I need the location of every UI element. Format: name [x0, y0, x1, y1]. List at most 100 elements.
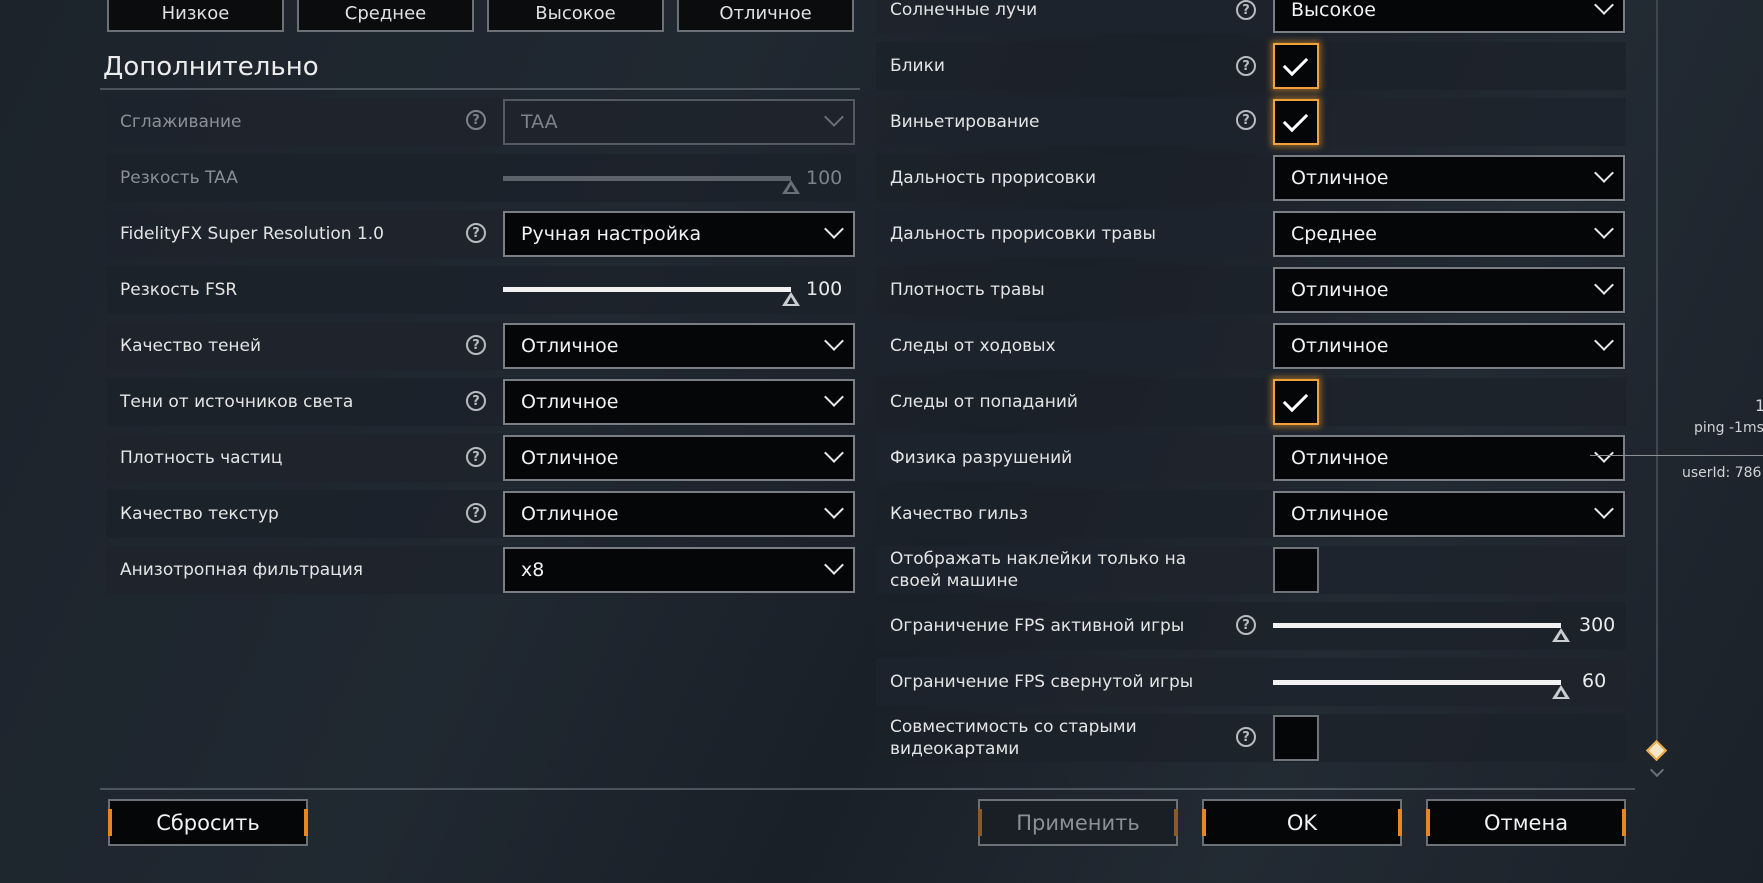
setting-label: Следы от попаданий [890, 392, 1078, 412]
help-icon[interactable]: ? [1236, 110, 1256, 130]
setting-row-fsr: FidelityFX Super Resolution 1.0 ? Ручная… [106, 210, 856, 258]
setting-row-antialiasing: Сглаживание ? TAA [106, 98, 856, 146]
section-divider [100, 88, 860, 90]
button-accent [978, 809, 982, 836]
chevron-down-icon [824, 387, 844, 407]
draw-distance-select[interactable]: Отличное [1273, 155, 1625, 201]
setting-label: Плотность травы [890, 280, 1045, 300]
setting-row-fsr-sharpness: Резкость FSR 100 [106, 266, 856, 314]
preset-button-high[interactable]: Высокое [487, 0, 664, 32]
help-icon[interactable]: ? [1236, 727, 1256, 747]
taa-sharpness-slider-track [503, 176, 791, 181]
setting-label: Блики [890, 56, 945, 76]
select-value: Ручная настройка [521, 223, 702, 245]
select-value: Отличное [1291, 335, 1389, 357]
select-value: Отличное [521, 503, 619, 525]
help-icon[interactable]: ? [1236, 0, 1256, 20]
slider-value: 300 [1579, 614, 1616, 636]
sun-rays-select[interactable]: Высокое [1273, 0, 1625, 33]
preset-button-ultra[interactable]: Отличное [677, 0, 854, 32]
help-icon[interactable]: ? [466, 223, 486, 243]
cancel-button[interactable]: Отмена [1426, 799, 1626, 846]
help-icon[interactable]: ? [466, 335, 486, 355]
setting-label: Отображать наклейки только на своей маши… [890, 549, 1187, 591]
reset-button[interactable]: Сбросить [108, 799, 308, 846]
fps-minimized-slider-track[interactable] [1273, 680, 1561, 685]
chevron-down-icon [824, 499, 844, 519]
setting-label: Дальность прорисовки травы [890, 224, 1156, 244]
setting-row-vignette: Виньетирование ? [876, 98, 1626, 146]
ok-button[interactable]: OK [1202, 799, 1402, 846]
scroll-diamond-icon[interactable] [1645, 739, 1668, 762]
chevron-down-icon [1594, 443, 1614, 463]
button-label: Отмена [1483, 810, 1569, 835]
help-icon[interactable]: ? [1236, 56, 1256, 76]
setting-row-grass-density: Плотность травы Отличное [876, 266, 1626, 314]
checkmark-icon [1282, 106, 1309, 133]
destruction-physics-select[interactable]: Отличное [1273, 435, 1625, 481]
particle-density-select[interactable]: Отличное [503, 435, 855, 481]
setting-row-fps-minimized: Ограничение FPS свернутой игры 60 [876, 658, 1626, 706]
setting-label: Совместимость со старыми видеокартами [890, 717, 1137, 759]
anisotropic-select[interactable]: x8 [503, 547, 855, 593]
legacy-gpu-checkbox[interactable] [1273, 715, 1319, 761]
shadow-quality-select[interactable]: Отличное [503, 323, 855, 369]
fsr-select[interactable]: Ручная настройка [503, 211, 855, 257]
chevron-down-icon [1594, 163, 1614, 183]
texture-quality-select[interactable]: Отличное [503, 491, 855, 537]
vignette-checkbox[interactable] [1273, 99, 1319, 145]
preset-button-medium[interactable]: Среднее [297, 0, 474, 32]
button-label: Применить [1016, 810, 1140, 835]
fsr-sharpness-slider-track[interactable] [503, 287, 791, 292]
slider-value: 60 [1582, 670, 1607, 692]
grass-density-select[interactable]: Отличное [1273, 267, 1625, 313]
fps-minimized-slider-thumb[interactable] [1552, 685, 1570, 699]
setting-row-fps-active: Ограничение FPS активной игры ? 300 [876, 602, 1626, 650]
light-shadows-select[interactable]: Отличное [503, 379, 855, 425]
setting-label: Дальность прорисовки [890, 168, 1097, 188]
button-accent [1398, 809, 1402, 836]
slider-value: 100 [806, 167, 843, 189]
help-icon[interactable]: ? [1236, 615, 1256, 635]
fps-active-slider-thumb[interactable] [1552, 628, 1570, 642]
help-icon[interactable]: ? [466, 110, 486, 130]
track-marks-select[interactable]: Отличное [1273, 323, 1625, 369]
scroll-down-chevron-icon[interactable] [1649, 762, 1665, 778]
setting-row-particle-density: Плотность частиц ? Отличное [106, 434, 856, 482]
setting-label: Физика разрушений [890, 448, 1073, 468]
antialiasing-select: TAA [503, 99, 855, 145]
apply-button[interactable]: Применить [978, 799, 1178, 846]
chevron-down-icon [824, 331, 844, 351]
setting-row-track-marks: Следы от ходовых Отличное [876, 322, 1626, 370]
setting-label: Качество теней [120, 336, 262, 356]
button-accent [304, 809, 308, 836]
scrollbar[interactable] [1656, 0, 1658, 740]
help-icon[interactable]: ? [466, 447, 486, 467]
own-decals-checkbox[interactable] [1273, 547, 1319, 593]
setting-label: Резкость TAA [120, 168, 238, 188]
hit-marks-checkbox[interactable] [1273, 379, 1319, 425]
button-accent [1426, 809, 1430, 836]
button-label: Сбросить [156, 810, 260, 835]
chevron-down-icon [824, 443, 844, 463]
setting-label: FidelityFX Super Resolution 1.0 [120, 224, 384, 244]
select-value: Отличное [521, 335, 619, 357]
chevron-down-icon [824, 555, 844, 575]
button-label: OK [1286, 810, 1318, 835]
shell-quality-select[interactable]: Отличное [1273, 491, 1625, 537]
preset-button-low[interactable]: Низкое [107, 0, 284, 32]
flares-checkbox[interactable] [1273, 43, 1319, 89]
ping-readout: ping -1ms [1694, 420, 1763, 436]
grass-distance-select[interactable]: Среднее [1273, 211, 1625, 257]
setting-row-grass-distance: Дальность прорисовки травы Среднее [876, 210, 1626, 258]
select-value: Среднее [1291, 223, 1377, 245]
fps-active-slider-track[interactable] [1273, 623, 1561, 628]
button-accent [1622, 809, 1626, 836]
chevron-down-icon [1594, 275, 1614, 295]
help-icon[interactable]: ? [466, 503, 486, 523]
select-value: TAA [521, 111, 558, 133]
help-icon[interactable]: ? [466, 391, 486, 411]
chevron-down-icon [1594, 0, 1614, 15]
fsr-sharpness-slider-thumb[interactable] [782, 292, 800, 306]
setting-row-light-shadows: Тени от источников света ? Отличное [106, 378, 856, 426]
